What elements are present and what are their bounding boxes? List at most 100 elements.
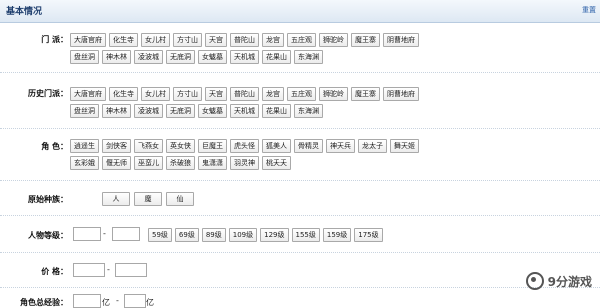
divider xyxy=(0,215,600,216)
school-option[interactable]: 花果山 xyxy=(262,50,291,64)
section-header: 基本情况 重置 xyxy=(0,0,600,23)
school-option[interactable]: 魔王寨 xyxy=(351,33,380,47)
role-option[interactable]: 巨魔王 xyxy=(198,139,227,153)
exp-max-input[interactable] xyxy=(124,294,146,308)
school-option[interactable]: 普陀山 xyxy=(230,33,259,47)
exp-min-input[interactable] xyxy=(73,294,101,308)
role-label: 角 色： xyxy=(41,142,68,151)
price-label: 价 格： xyxy=(41,267,68,276)
school-option[interactable]: 天宫 xyxy=(205,33,227,47)
divider xyxy=(0,128,600,129)
role-option[interactable]: 鬼潇潇 xyxy=(198,156,227,170)
history-school-option[interactable]: 化生寺 xyxy=(109,87,138,101)
divider xyxy=(0,287,600,288)
price-min-input[interactable] xyxy=(73,263,105,277)
race-label: 原始种族： xyxy=(28,195,68,204)
history-school-option[interactable]: 盘丝洞 xyxy=(70,104,99,118)
history-school-option[interactable]: 阴曹地府 xyxy=(383,87,419,101)
history-school-option[interactable]: 女魃墓 xyxy=(198,104,227,118)
race-option[interactable]: 仙 xyxy=(166,192,194,206)
history-school-label: 历史门派： xyxy=(28,89,68,98)
school-option[interactable]: 阴曹地府 xyxy=(383,33,419,47)
level-option[interactable]: 159级 xyxy=(322,228,352,242)
school-option[interactable]: 五庄观 xyxy=(287,33,316,47)
role-option[interactable]: 舞天姬 xyxy=(390,139,419,153)
exp-label: 角色总经验： xyxy=(20,298,68,307)
school-option[interactable]: 大唐官府 xyxy=(70,33,106,47)
school-option[interactable]: 女儿村 xyxy=(141,33,170,47)
history-school-option[interactable]: 花果山 xyxy=(262,104,291,118)
history-school-option[interactable]: 方寸山 xyxy=(173,87,202,101)
divider xyxy=(0,180,600,181)
history-school-option[interactable]: 龙宫 xyxy=(262,87,284,101)
school-option[interactable]: 狮驼岭 xyxy=(319,33,348,47)
history-school-option[interactable]: 大唐官府 xyxy=(70,87,106,101)
level-min-input[interactable] xyxy=(73,227,101,241)
reset-link[interactable]: 重置 xyxy=(582,5,596,15)
race-option[interactable]: 魔 xyxy=(134,192,162,206)
role-option[interactable]: 剑侠客 xyxy=(102,139,131,153)
role-option[interactable]: 桃夭夭 xyxy=(262,156,291,170)
price-max-input[interactable] xyxy=(115,263,147,277)
watermark: 9分游戏 xyxy=(525,272,592,290)
level-option[interactable]: 129级 xyxy=(260,228,289,242)
role-option[interactable]: 巫蛮儿 xyxy=(134,156,163,170)
school-option[interactable]: 天机城 xyxy=(230,50,259,64)
history-school-option[interactable]: 无底洞 xyxy=(166,104,195,118)
school-option[interactable]: 神木林 xyxy=(102,50,131,64)
school-option[interactable]: 盘丝洞 xyxy=(70,50,99,64)
role-option[interactable]: 狐美人 xyxy=(262,139,291,153)
divider xyxy=(0,72,600,73)
role-option[interactable]: 羽灵神 xyxy=(230,156,259,170)
history-school-option[interactable]: 女儿村 xyxy=(141,87,170,101)
role-option[interactable]: 杀破狼 xyxy=(166,156,195,170)
role-option[interactable]: 飞燕女 xyxy=(134,139,163,153)
role-option[interactable]: 逍遥生 xyxy=(70,139,99,153)
section-title: 基本情况 xyxy=(6,7,43,17)
level-range-dash: - xyxy=(103,229,106,238)
school-option[interactable]: 化生寺 xyxy=(109,33,138,47)
history-school-option[interactable]: 魔王寨 xyxy=(351,87,380,101)
level-option[interactable]: 59级 xyxy=(148,228,172,242)
history-school-option[interactable]: 东海渊 xyxy=(294,104,323,118)
history-school-option[interactable]: 天宫 xyxy=(205,87,227,101)
divider xyxy=(0,252,600,253)
school-option[interactable]: 方寸山 xyxy=(173,33,202,47)
level-option[interactable]: 175级 xyxy=(354,228,383,242)
exp-min-unit: 亿 xyxy=(102,298,110,307)
history-school-option[interactable]: 神木林 xyxy=(102,104,131,118)
history-school-option[interactable]: 天机城 xyxy=(230,104,259,118)
school-option[interactable]: 龙宫 xyxy=(262,33,284,47)
role-option[interactable]: 玄彩娥 xyxy=(70,156,99,170)
role-option[interactable]: 偃无师 xyxy=(102,156,131,170)
school-option[interactable]: 无底洞 xyxy=(166,50,195,64)
level-option[interactable]: 109级 xyxy=(228,228,258,242)
level-option[interactable]: 69级 xyxy=(174,228,199,242)
exp-max-unit: 亿 xyxy=(146,298,154,307)
school-label: 门 派： xyxy=(41,35,68,44)
watermark-text: 9分游戏 xyxy=(547,274,592,289)
price-range-dash: - xyxy=(107,265,110,274)
role-option[interactable]: 英女侠 xyxy=(166,139,195,153)
race-option[interactable]: 人 xyxy=(102,192,130,206)
history-school-option[interactable]: 普陀山 xyxy=(230,87,259,101)
role-option[interactable]: 神天兵 xyxy=(326,139,355,153)
role-options: 逍遥生 剑侠客 飞燕女 英女侠 巨魔王 虎头怪 狐美人 骨精灵 神天兵 龙太子 舞天姬玄彩娥 偃无师巫… xyxy=(70,139,450,170)
role-option[interactable]: 虎头怪 xyxy=(230,139,259,153)
race-options: 人魔仙 xyxy=(102,192,198,206)
level-options: 59级 69级 89级 109级 129级 155级 159级 175级 xyxy=(148,228,383,242)
school-options: 大唐官府 化生寺 女儿村 方寸山 天宫 普陀山 龙宫 五庄观 狮驼岭 魔王寨 阴曹地府盘丝洞 神木林凌… xyxy=(70,33,450,64)
history-school-option[interactable]: 凌波城 xyxy=(134,104,163,118)
exp-range-dash: - xyxy=(116,296,119,305)
level-max-input[interactable] xyxy=(112,227,140,241)
role-option[interactable]: 龙太子 xyxy=(358,139,387,153)
history-school-options: 大唐官府 化生寺 女儿村 方寸山 天宫 普陀山 龙宫 五庄观 狮驼岭 魔王寨 阴曹地府盘丝洞 神木林凌… xyxy=(70,87,450,118)
school-option[interactable]: 女魃墓 xyxy=(198,50,227,64)
level-option[interactable]: 89级 xyxy=(201,228,226,242)
school-option[interactable]: 东海渊 xyxy=(294,50,323,64)
history-school-option[interactable]: 五庄观 xyxy=(287,87,316,101)
role-option[interactable]: 骨精灵 xyxy=(294,139,323,153)
level-option[interactable]: 155级 xyxy=(291,228,320,242)
school-option[interactable]: 凌波城 xyxy=(134,50,163,64)
history-school-option[interactable]: 狮驼岭 xyxy=(319,87,348,101)
